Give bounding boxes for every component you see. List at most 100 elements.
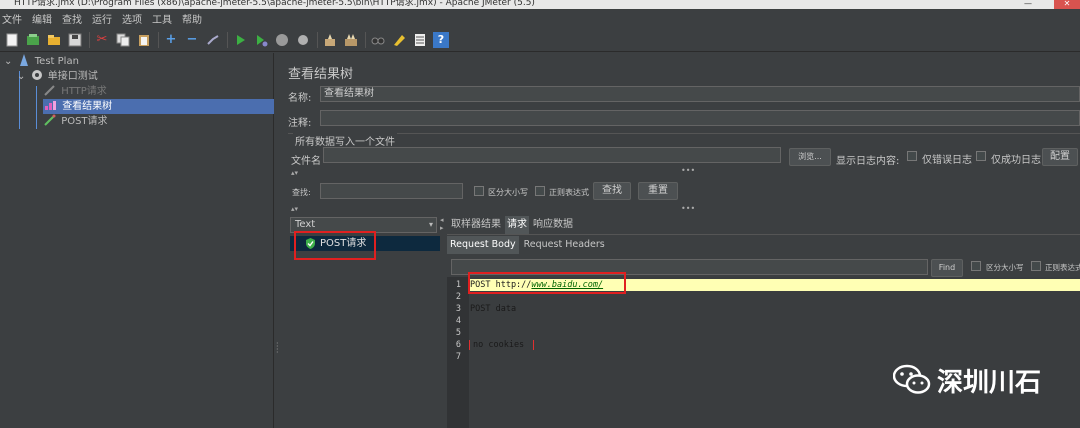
code-area[interactable]: POST http://www.baidu.com/ POST data no …	[469, 277, 1080, 428]
tab-request-headers[interactable]: Request Headers	[521, 236, 608, 254]
request-body-editor[interactable]: 1 2 3 4 5 6 7 POST http://www.baidu.com/…	[447, 277, 1080, 428]
comment-field[interactable]	[320, 110, 1080, 126]
menu-help[interactable]: 帮助	[182, 11, 202, 26]
wechat-icon	[893, 364, 931, 394]
annotation-box-url	[468, 272, 626, 294]
menu-bar: 文件 编辑 查找 运行 选项 工具 帮助	[0, 9, 1080, 28]
tree-node-thread-group[interactable]: ⌄ 单接口测试	[17, 69, 98, 84]
errors-only-label: 仅错误日志	[922, 155, 972, 166]
editor-regex-checkbox[interactable]	[1031, 261, 1041, 271]
tree-label: POST请求	[61, 116, 108, 127]
clear-icon[interactable]	[322, 32, 338, 48]
wechat-watermark: 深圳川石	[893, 360, 1041, 400]
help-icon[interactable]: ?	[433, 31, 449, 48]
paste-icon[interactable]	[136, 32, 152, 48]
tree-label: HTTP请求	[61, 86, 107, 97]
tab-request-body[interactable]: Request Body	[447, 236, 519, 254]
tree-node-post-request[interactable]: POST请求	[44, 114, 108, 129]
window-title: HTTP请求.jmx (D:\Program Files (x86)\apach…	[14, 0, 535, 8]
reset-button[interactable]: 重置	[638, 182, 678, 200]
tree-node-result-tree[interactable]: 查看结果树	[43, 99, 274, 114]
result-tabs: 取样器结果 请求 响应数据	[449, 216, 577, 234]
expand-caret-icon[interactable]: ⌄	[17, 71, 25, 82]
tree-label: 查看结果树	[62, 101, 113, 112]
close-button[interactable]: ✕	[1054, 0, 1080, 9]
editor-find-button[interactable]: Find	[931, 259, 963, 277]
search-label: 查找:	[292, 188, 311, 197]
clear-all-icon[interactable]	[343, 32, 359, 48]
search-field[interactable]	[320, 183, 463, 199]
line-number: 7	[455, 352, 461, 362]
side-collapse-arrows-icon[interactable]: ◂ ▸	[440, 216, 444, 232]
comment-label: 注释:	[288, 118, 312, 129]
regex-checkbox[interactable]	[535, 186, 545, 196]
toolbar-separator	[317, 31, 318, 48]
line-number: 1	[455, 280, 461, 290]
tab-border	[447, 234, 1080, 235]
menu-file[interactable]: 文件	[2, 11, 22, 26]
request-subtabs: Request Body Request Headers	[447, 236, 610, 254]
menu-tools[interactable]: 工具	[152, 11, 172, 26]
file-section-title: 所有数据写入一个文件	[293, 133, 397, 148]
editor-regex-label: 正则表达式	[1045, 263, 1080, 272]
pipette-icon	[44, 114, 56, 126]
collapse-arrows-icon[interactable]: ▴▾	[291, 206, 298, 213]
split-pane-divider[interactable]	[275, 53, 283, 428]
toggle-icon[interactable]	[205, 32, 221, 48]
success-only-checkbox[interactable]	[976, 151, 986, 161]
search-icon[interactable]	[370, 32, 386, 48]
section-border	[288, 133, 1080, 134]
browse-button[interactable]: 浏览...	[789, 148, 831, 166]
drag-grip-icon[interactable]: •••	[681, 167, 695, 175]
reset-search-icon[interactable]	[391, 32, 407, 48]
tree-label: 单接口测试	[47, 71, 98, 82]
filename-label: 文件名	[291, 156, 321, 167]
tab-response-data[interactable]: 响应数据	[531, 216, 575, 234]
expand-icon[interactable]: +	[163, 32, 179, 48]
stop-icon[interactable]	[274, 32, 290, 48]
tree-node-http-request[interactable]: HTTP请求	[44, 84, 107, 99]
copy-icon[interactable]	[115, 32, 131, 48]
open-icon[interactable]	[46, 32, 62, 48]
name-field[interactable]: 查看结果树	[320, 86, 1080, 102]
line-number: 3	[455, 304, 461, 314]
tab-sampler-result[interactable]: 取样器结果	[449, 216, 503, 234]
panel-title: 查看结果树	[288, 67, 354, 82]
split-grip-icon[interactable]: · · · ·	[276, 340, 279, 357]
watermark-text: 深圳川石	[937, 367, 1042, 398]
sample-result-list: POST请求	[290, 234, 440, 428]
minimize-button[interactable]: —	[1018, 0, 1038, 9]
menu-run[interactable]: 运行	[92, 11, 112, 26]
cut-icon[interactable]: ✂	[94, 32, 110, 48]
start-icon[interactable]	[232, 32, 248, 48]
menu-search[interactable]: 查找	[62, 11, 82, 26]
tab-request[interactable]: 请求	[505, 216, 529, 234]
configure-button[interactable]: 配置	[1042, 148, 1078, 166]
drag-grip-icon[interactable]: •••	[681, 205, 695, 213]
find-button[interactable]: 查找	[593, 182, 631, 200]
collapse-arrows-icon[interactable]: ▴▾	[291, 170, 298, 177]
editor-case-checkbox[interactable]	[971, 261, 981, 271]
save-icon[interactable]	[67, 32, 83, 48]
filename-field[interactable]	[323, 147, 781, 163]
case-sensitive-checkbox[interactable]	[474, 186, 484, 196]
menu-edit[interactable]: 编辑	[32, 11, 52, 26]
errors-only-checkbox[interactable]	[907, 151, 917, 161]
gear-icon	[31, 70, 42, 80]
tree-node-test-plan[interactable]: ⌄ Test Plan	[4, 54, 79, 69]
test-plan-icon	[19, 54, 28, 66]
tree-label: Test Plan	[34, 56, 79, 67]
code-line-3: POST data	[470, 304, 517, 314]
new-icon[interactable]	[4, 32, 20, 48]
collapse-icon[interactable]: −	[184, 32, 200, 48]
templates-icon[interactable]	[25, 32, 41, 48]
tree-guide-line	[36, 86, 37, 129]
shutdown-icon[interactable]	[295, 32, 311, 48]
start-no-pause-icon[interactable]	[253, 32, 269, 48]
editor-case-label: 区分大小写	[986, 263, 1024, 272]
expand-caret-icon[interactable]: ⌄	[4, 56, 12, 67]
function-helper-icon[interactable]	[412, 32, 428, 48]
toolbar-separator	[227, 31, 228, 48]
menu-options[interactable]: 选项	[122, 11, 142, 26]
code-line-6: no cookies	[473, 340, 525, 350]
